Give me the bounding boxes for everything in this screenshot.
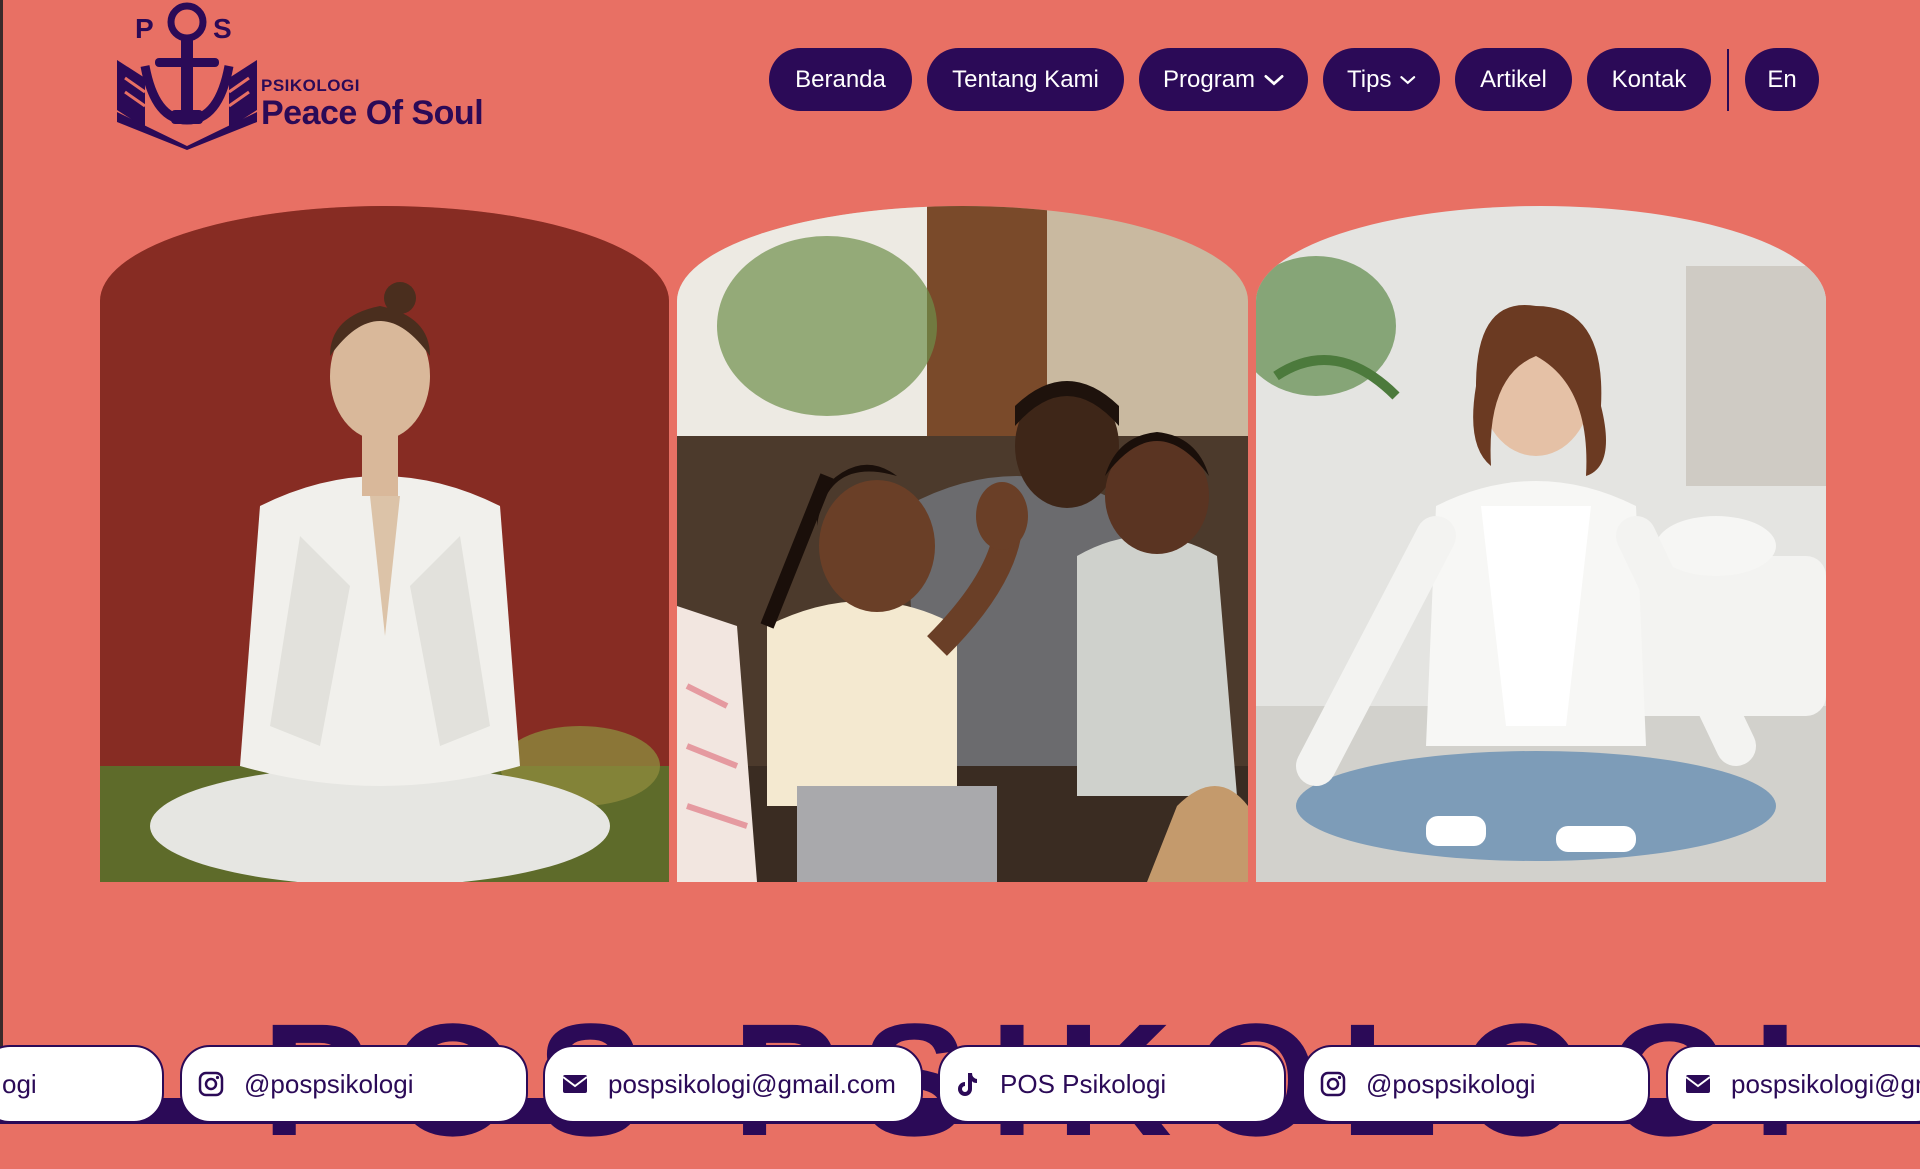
- nav-item-artikel[interactable]: Artikel: [1455, 48, 1572, 111]
- nav-label: Program: [1163, 65, 1256, 93]
- nav-label: Kontak: [1611, 65, 1687, 93]
- chevron-down-icon: [1264, 74, 1284, 85]
- svg-text:P: P: [135, 13, 154, 44]
- mail-icon: [1685, 1075, 1711, 1093]
- language-toggle[interactable]: En: [1745, 48, 1819, 111]
- contact-chip-instagram[interactable]: @pospsikologi: [180, 1045, 528, 1123]
- nav-item-tips[interactable]: Tips: [1323, 48, 1440, 111]
- hero-image-family: [677, 206, 1248, 882]
- contact-chip-partial-left[interactable]: ogi: [0, 1045, 164, 1123]
- contact-chip-tiktok[interactable]: POS Psikologi: [938, 1045, 1286, 1123]
- main-nav: Beranda Tentang Kami Program Tips Artike…: [769, 48, 1819, 111]
- contact-text: ogi: [2, 1068, 37, 1099]
- svg-text:S: S: [213, 13, 232, 44]
- contact-chip-email[interactable]: pospsikologi@gmail.com: [543, 1045, 923, 1123]
- contact-chip-email-2[interactable]: pospsikologi@gm: [1666, 1045, 1920, 1123]
- contact-ticker: ogi @pospsikologi pospsikologi@gmail.com…: [0, 1045, 1920, 1124]
- nav-divider: [1727, 48, 1729, 111]
- logo-tagline: PSIKOLOGI: [261, 76, 360, 95]
- mail-icon: [562, 1075, 588, 1093]
- logo[interactable]: P S PSIKOLOGI Peace Of Soul: [115, 0, 485, 150]
- nav-label: Artikel: [1480, 65, 1547, 93]
- contact-text: pospsikologi@gmail.com: [608, 1068, 896, 1099]
- nav-item-program[interactable]: Program: [1139, 48, 1308, 111]
- contact-text: pospsikologi@gm: [1731, 1068, 1920, 1099]
- instagram-icon: [1320, 1071, 1346, 1097]
- instagram-icon: [198, 1071, 224, 1097]
- logo-emblem-icon: P S: [117, 2, 257, 150]
- contact-text: POS Psikologi: [1000, 1068, 1167, 1099]
- nav-label: Beranda: [795, 65, 886, 93]
- tiktok-icon: [958, 1073, 977, 1096]
- contact-text: @pospsikologi: [244, 1068, 414, 1099]
- hero-image-meditation: [100, 206, 669, 882]
- nav-label: Tentang Kami: [952, 65, 1099, 93]
- nav-label: Tips: [1347, 65, 1392, 93]
- language-label: En: [1767, 65, 1797, 93]
- logo-name: Peace Of Soul: [261, 94, 484, 132]
- nav-item-tentang-kami[interactable]: Tentang Kami: [927, 48, 1124, 111]
- nav-item-kontak[interactable]: Kontak: [1587, 48, 1711, 111]
- hero-image-home-meditation: [1256, 206, 1826, 882]
- chevron-down-icon: [1400, 75, 1416, 84]
- contact-text: @pospsikologi: [1366, 1068, 1536, 1099]
- nav-item-beranda[interactable]: Beranda: [769, 48, 912, 111]
- window-edge: [0, 0, 3, 1124]
- contact-chip-instagram-2[interactable]: @pospsikologi: [1302, 1045, 1650, 1123]
